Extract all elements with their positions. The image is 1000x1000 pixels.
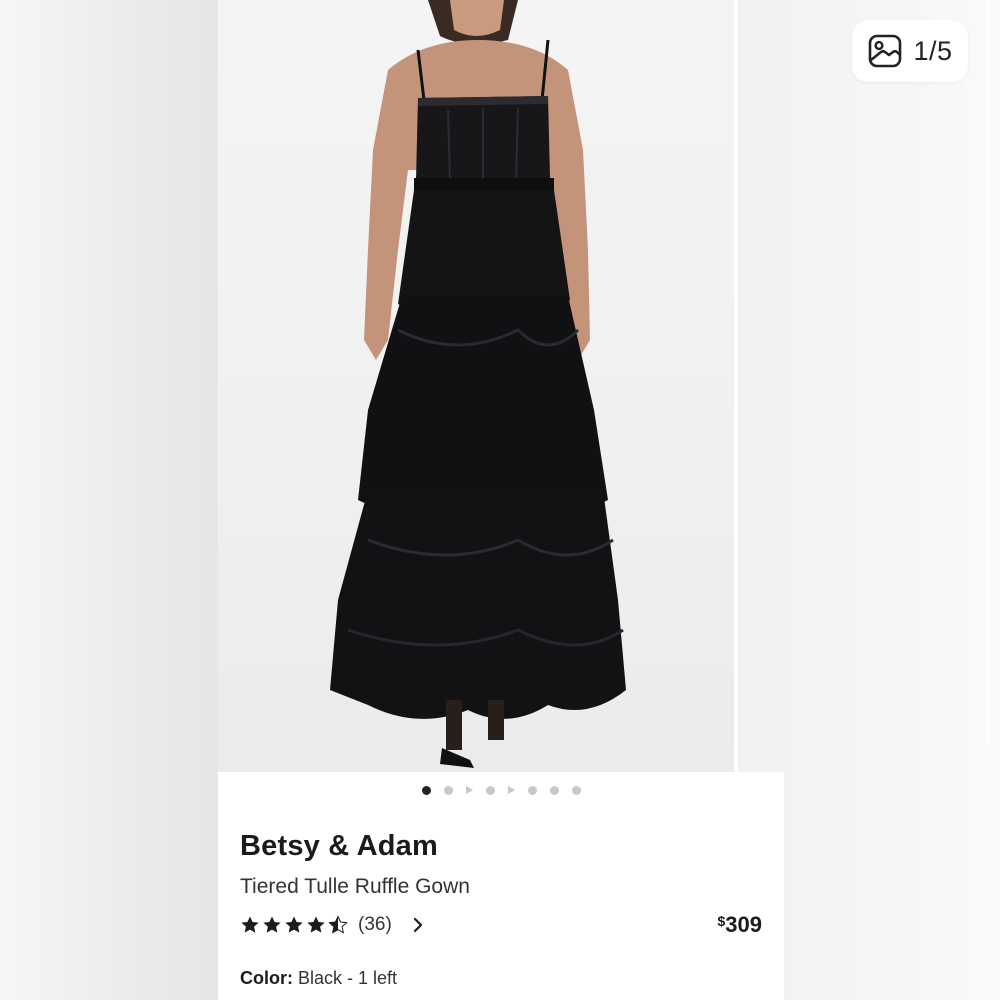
color-value: Black - 1 left [298, 968, 398, 988]
product-title: Tiered Tulle Ruffle Gown [240, 875, 470, 898]
star-icon [307, 916, 325, 933]
image-counter[interactable]: 1/5 [852, 20, 968, 82]
video-play-icon[interactable] [507, 786, 515, 794]
star-rating [240, 915, 348, 935]
price-value: 309 [725, 912, 762, 937]
previous-image-preview[interactable] [0, 0, 218, 1000]
video-play-icon[interactable] [465, 786, 473, 794]
rating-row[interactable]: (36) [240, 912, 424, 938]
carousel-indicator[interactable] [218, 782, 784, 798]
carousel-dot-5[interactable] [549, 785, 559, 795]
star-icon [241, 916, 259, 933]
star-icon [263, 916, 281, 933]
image-counter-text: 1/5 [913, 35, 953, 66]
carousel-dot-2[interactable] [443, 785, 453, 795]
photo-divider [734, 0, 738, 772]
price-currency: $ [717, 913, 726, 929]
half-star-icon [328, 915, 348, 934]
review-count[interactable]: (36) [358, 914, 392, 936]
brand-name[interactable]: Betsy & Adam [240, 830, 438, 863]
carousel-dot-4[interactable] [527, 785, 537, 795]
product-photo[interactable] [218, 0, 734, 772]
carousel-dot-3[interactable] [485, 785, 495, 795]
price: $309 [717, 912, 762, 938]
image-gallery-icon [869, 34, 902, 68]
carousel-dot-6[interactable] [571, 785, 581, 795]
product-info-card: Betsy & Adam Tiered Tulle Ruffle Gown (3… [218, 772, 784, 1000]
color-selection: Color: Black - 1 left [240, 968, 397, 989]
star-icon [285, 916, 303, 933]
dress-illustration [330, 0, 626, 768]
carousel-dot-1[interactable] [421, 785, 431, 795]
chevron-right-icon[interactable] [412, 917, 424, 933]
scrollbar[interactable] [986, 0, 990, 745]
color-label: Color: [240, 968, 293, 988]
